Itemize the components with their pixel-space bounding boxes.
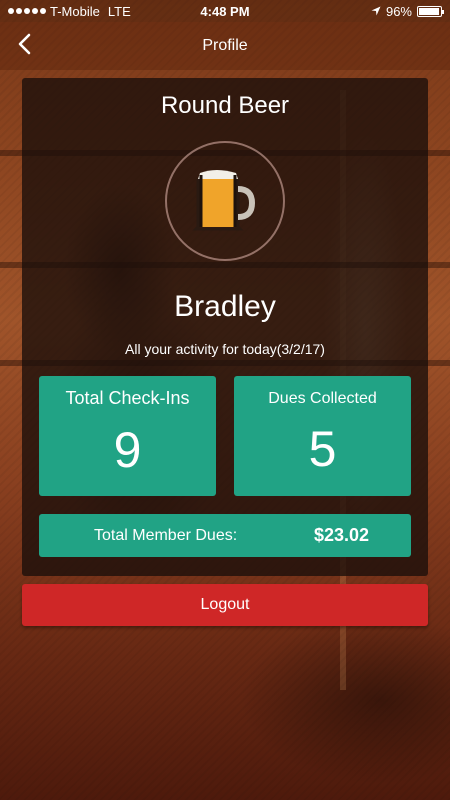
carrier-label: T-Mobile bbox=[50, 3, 100, 19]
organization-name: Round Beer bbox=[160, 92, 290, 119]
battery-fill bbox=[419, 7, 440, 15]
total-checkins-tile: Total Check-Ins 9 bbox=[39, 376, 216, 496]
status-left: T-Mobile LTE bbox=[8, 4, 131, 19]
back-button[interactable] bbox=[10, 32, 38, 60]
profile-card: Round Beer Bradley All your activity for… bbox=[22, 78, 428, 576]
network-label: LTE bbox=[107, 3, 131, 19]
location-arrow-icon bbox=[371, 4, 381, 19]
total-dues-label: Total Member Dues: bbox=[94, 526, 238, 544]
checkins-label: Total Check-Ins bbox=[65, 388, 190, 408]
total-member-dues-bar: Total Member Dues: $23.02 bbox=[39, 514, 411, 557]
status-right: 96% bbox=[371, 3, 444, 19]
dues-collected-label: Dues Collected bbox=[268, 390, 377, 407]
beer-mug-icon bbox=[190, 163, 260, 240]
battery-percent: 96% bbox=[385, 3, 412, 19]
battery-icon bbox=[417, 5, 444, 17]
chevron-left-icon bbox=[17, 33, 31, 60]
total-dues-amount: $23.02 bbox=[313, 525, 369, 545]
dues-collected-value: 5 bbox=[308, 421, 337, 477]
status-bar: T-Mobile LTE 4:48 PM 96% bbox=[0, 0, 450, 22]
navigation-bar: Profile bbox=[0, 22, 450, 70]
organization-logo bbox=[165, 141, 285, 261]
dues-collected-tile: Dues Collected 5 bbox=[234, 376, 411, 496]
logout-button[interactable]: Logout bbox=[22, 584, 428, 626]
signal-dots-icon bbox=[8, 8, 46, 14]
activity-caption: All your activity for today(3/2/17) bbox=[125, 341, 325, 357]
checkins-value: 9 bbox=[113, 422, 142, 478]
user-name: Bradley bbox=[174, 290, 276, 323]
page-title: Profile bbox=[202, 37, 248, 54]
